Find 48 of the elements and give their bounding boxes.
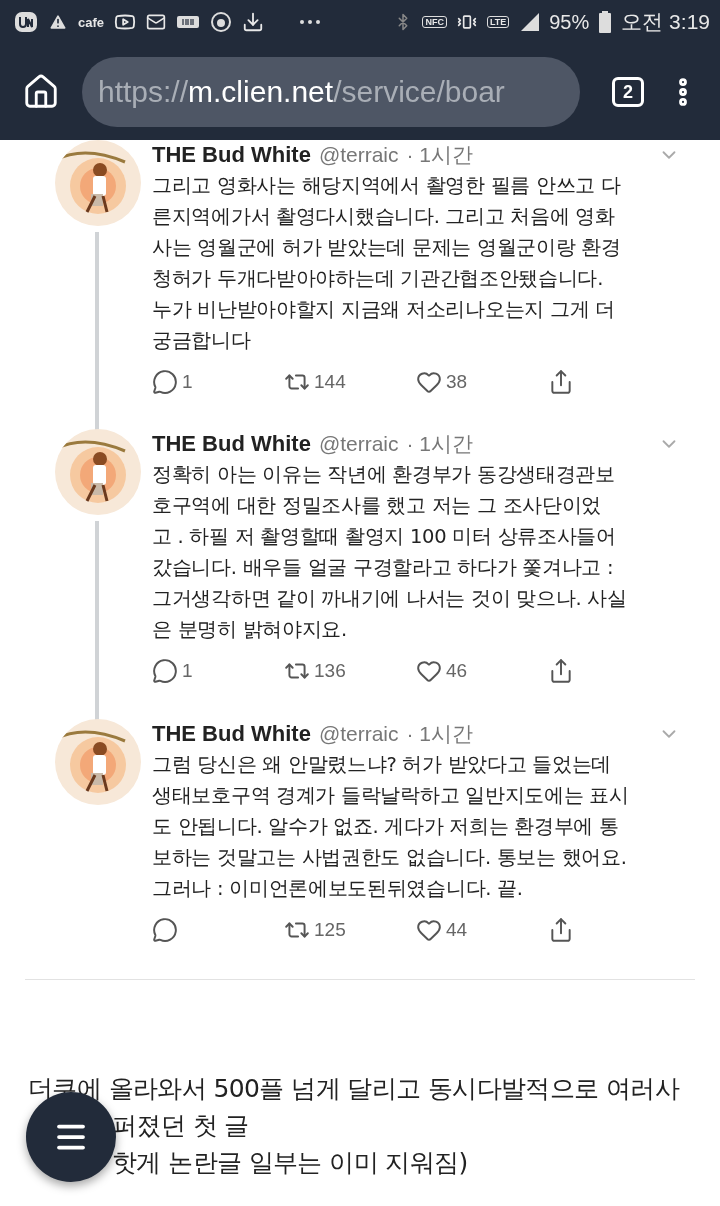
vibrate-icon [456,12,477,32]
reply-icon[interactable] [152,369,178,395]
cafe-label: cafe [78,14,105,30]
download-icon [242,11,265,33]
share-icon[interactable] [548,658,574,684]
nfc-label: NFC [422,16,447,28]
author-handle: @terraic [318,722,399,746]
signal-icon [519,13,540,31]
reply-count: 1 [182,660,193,682]
post-text-line: 퍼졌던 첫 글 [112,1110,249,1142]
battery-icon [599,11,612,33]
tweet-time: · 1시간 [406,142,474,168]
tweet-text: 정확히 아는 이유는 작년에 환경부가 동강생태경관보 호구역에 대한 정밀조사를 했고 저는 그 조사단이었 고 . 하필 저 촬영할때 촬영지 100 미터 상류조사들어 갔습니다. 배우들 얼굴 구경할라고 하다가 쫓겨나고 : 그거생각하면 같이 까내기에 나서는 것이 맞으나. 사실 은 분명히 밝혀야지요. [152,462,628,643]
like-count: 38 [446,371,468,393]
battery-percent: 95% [549,10,590,34]
tweet-text: 그리고 영화사는 해당지역에서 촬영한 필름 안쓰고 다 른지역에가서 촬영다시했습니다. 그리고 처음에 영화 사는 영월군에 허가 받았는데 문제는 영월군이랑 환경 청허가 두개다받아야하는데 기관간협조안됐습니다. 누가 비난받아야할지 지금왜 저소리나오는지 그게 더 궁금합니다 [152,173,622,354]
like-count: 44 [446,919,468,941]
more-notifications-icon [298,19,323,25]
home-icon[interactable] [22,73,60,111]
tab-count-button[interactable]: 2 [612,77,644,107]
tweet-time: · 1시간 [406,431,474,457]
like-icon[interactable] [416,917,442,943]
author-name: THE Bud White [152,721,311,747]
author-name: THE Bud White [152,142,311,168]
ticket-icon [176,14,201,30]
share-icon[interactable] [548,917,574,943]
retweet-count: 136 [314,660,346,682]
post-text-line: 핫게 논란글 일부는 이미 지워짐) [112,1147,468,1179]
author-handle: @terraic [318,432,399,456]
author-name: THE Bud White [152,431,311,457]
mail-icon [146,12,167,32]
app-logo-icon [14,11,38,33]
address-bar[interactable]: https://m.clien.net/service/boar [82,57,580,127]
reply-icon[interactable] [152,917,178,943]
like-icon[interactable] [416,658,442,684]
retweet-count: 125 [314,919,346,941]
warning-icon [48,12,68,32]
tweet-text: 그럼 당신은 왜 안말렸느냐? 허가 받았다고 들었는데 생태보호구역 경계가 들락날락하고 일반지도에는 표시 도 안됩니다. 알수가 없죠. 게다가 저희는 환경부에 통 보하는 것말고는 사법권한도 없습니다. 통보는 했어요. 그러나 : 이미언론에보도된뒤였습니다. 끝. [152,752,630,902]
like-icon[interactable] [416,369,442,395]
reply-count: 1 [182,371,193,393]
author-handle: @terraic [318,143,399,167]
clock: 오전 3:19 [621,9,710,35]
tweet-time: · 1시간 [406,721,474,747]
retweet-count: 144 [314,371,346,393]
lte-label: LTE [486,16,510,28]
reply-icon[interactable] [152,658,178,684]
like-count: 46 [446,660,468,682]
share-icon[interactable] [548,369,574,395]
